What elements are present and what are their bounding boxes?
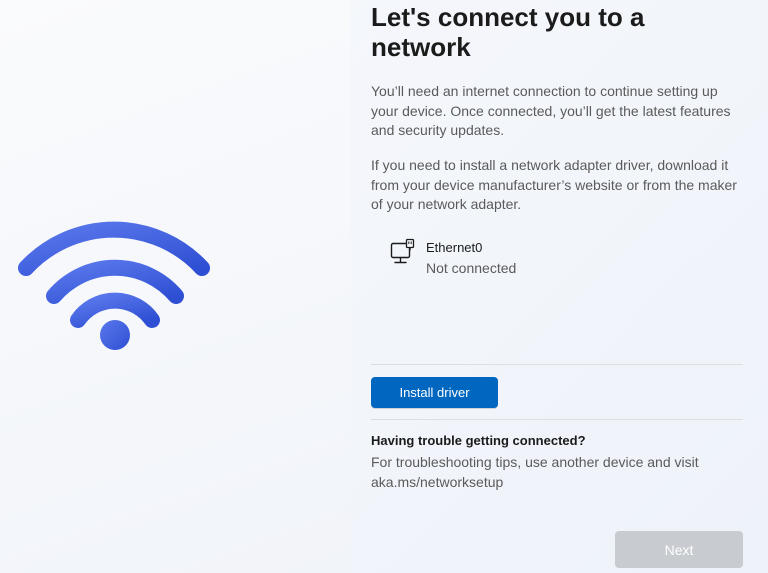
connection-description: You’ll need an internet connection to co… — [371, 83, 731, 138]
network-status: Not connected — [426, 260, 517, 276]
next-button[interactable]: Next — [615, 531, 743, 568]
network-name: Ethernet0 — [426, 240, 483, 255]
divider — [371, 419, 743, 420]
install-driver-button[interactable]: Install driver — [371, 377, 498, 408]
troubleshoot-heading: Having trouble getting connected? — [371, 433, 586, 448]
divider — [371, 364, 743, 365]
setup-content: Let's connect you to a network You’ll ne… — [371, 0, 743, 573]
network-item-ethernet0[interactable]: Ethernet0 Not connected — [389, 236, 609, 280]
wifi-icon — [18, 221, 210, 350]
page-title: Let's connect you to a network — [371, 2, 645, 62]
ethernet-icon — [390, 238, 415, 264]
troubleshoot-text: For troubleshooting tips, use another de… — [371, 454, 699, 490]
driver-description: If you need to install a network adapter… — [371, 157, 737, 212]
illustration-panel — [0, 0, 350, 573]
